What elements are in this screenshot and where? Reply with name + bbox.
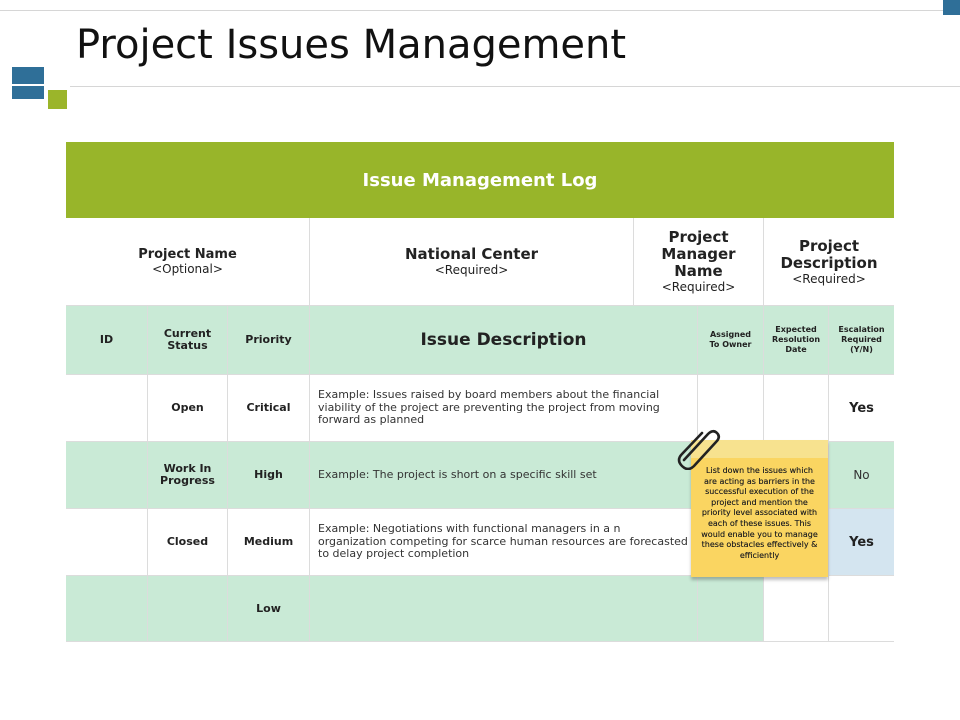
project-name-cell: Project Name <Optional>: [66, 218, 310, 306]
row2-id: [66, 442, 148, 509]
project-manager-cell: Project Manager Name <Required>: [634, 218, 764, 306]
row4-escalation: [829, 576, 894, 642]
row2-status: Work In Progress: [148, 442, 228, 509]
row1-id: [66, 375, 148, 442]
paperclip-icon: [677, 429, 721, 470]
col-header-id: ID: [66, 306, 148, 375]
row3-escalation: Yes: [829, 509, 894, 576]
row4-resolution: [764, 576, 829, 642]
row1-priority: Critical: [228, 375, 310, 442]
row1-resolution: [764, 375, 829, 442]
row4-assigned: [698, 576, 764, 642]
row4-description: [310, 576, 698, 642]
row1-status: Open: [148, 375, 228, 442]
row3-priority: Medium: [228, 509, 310, 576]
row3-id: [66, 509, 148, 576]
slide-title: Project Issues Management: [76, 22, 627, 68]
top-rule: [0, 10, 960, 11]
col-header-status: Current Status: [148, 306, 228, 375]
row4-status: [148, 576, 228, 642]
title-rule: [70, 86, 960, 87]
row2-escalation: No: [829, 442, 894, 509]
col-header-description: Issue Description: [310, 306, 698, 375]
accent-square-green: [48, 90, 67, 109]
col-header-escalation: Escalation Required (Y/N): [829, 306, 894, 375]
corner-accent: [943, 0, 960, 15]
row2-priority: High: [228, 442, 310, 509]
project-description-cell: Project Description <Required>: [764, 218, 894, 306]
col-header-priority: Priority: [228, 306, 310, 375]
log-banner: Issue Management Log: [66, 142, 894, 218]
row3-status: Closed: [148, 509, 228, 576]
row2-description: Example: The project is short on a speci…: [310, 442, 698, 509]
accent-square-blue: [12, 67, 44, 99]
col-header-resolution: Expected Resolution Date: [764, 306, 829, 375]
row4-id: [66, 576, 148, 642]
row1-description: Example: Issues raised by board members …: [310, 375, 698, 442]
row1-escalation: Yes: [829, 375, 894, 442]
row3-description: Example: Negotiations with functional ma…: [310, 509, 698, 576]
row4-priority: Low: [228, 576, 310, 642]
col-header-assigned: Assigned To Owner: [698, 306, 764, 375]
national-center-cell: National Center <Required>: [310, 218, 634, 306]
